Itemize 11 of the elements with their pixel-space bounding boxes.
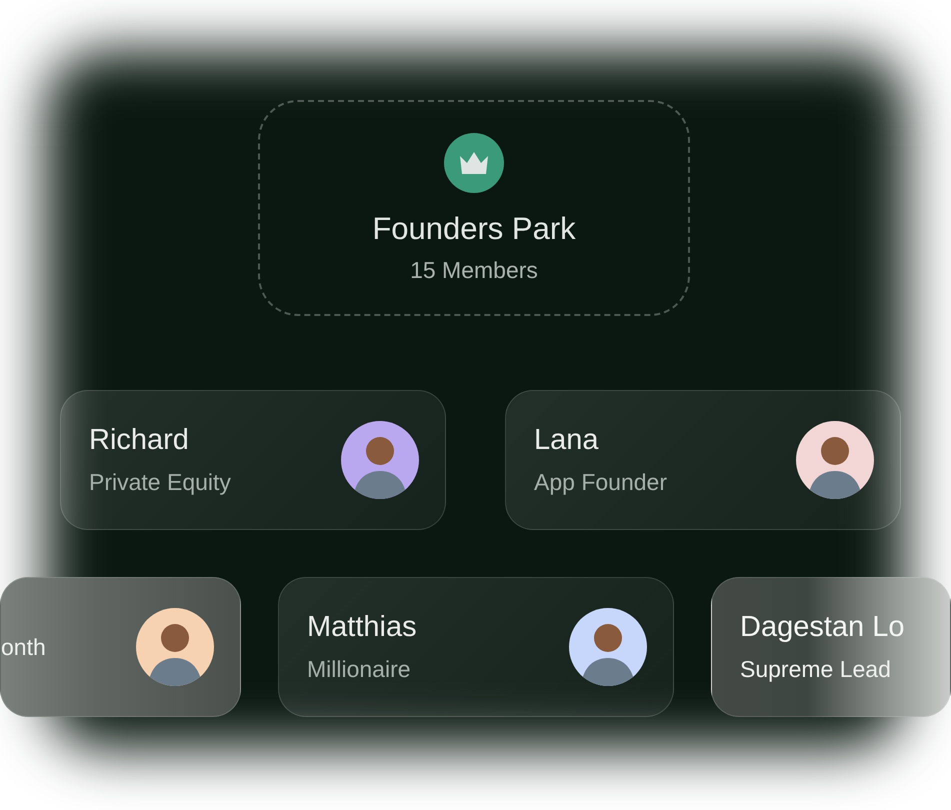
member-name: Lana: [534, 424, 600, 457]
member-count: 15 Members: [410, 256, 538, 284]
member-name: Richard: [89, 424, 190, 457]
group-title: Founders Park: [372, 210, 576, 246]
member-role: Private Equity: [89, 469, 231, 496]
member-role: Supreme Lead: [740, 656, 892, 683]
member-role: Millionaire: [307, 656, 412, 683]
member-name: Dagestan Lo: [740, 611, 904, 644]
member-role: App Founder: [534, 469, 667, 496]
member-role: onth: [1, 634, 46, 660]
member-name: Matthias: [307, 611, 417, 644]
